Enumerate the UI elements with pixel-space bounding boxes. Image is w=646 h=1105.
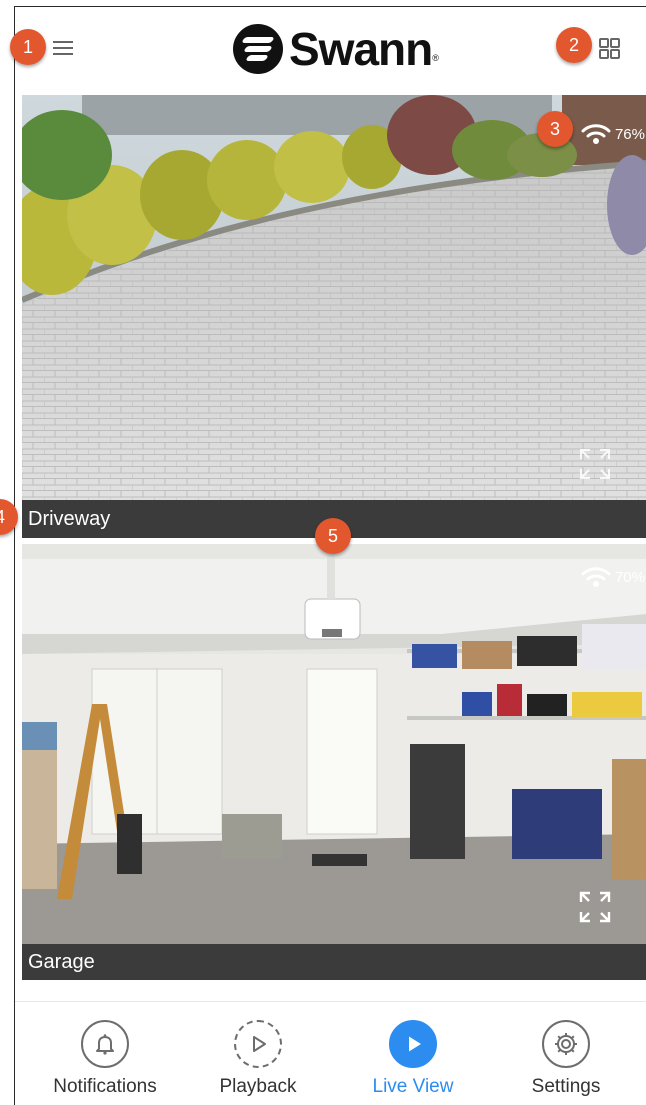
logo-text: Swann (289, 23, 433, 75)
tab-live-view[interactable]: Live View (343, 1020, 483, 1098)
app-screen: Swann ® 76% Driveway 70% Garage Notifica… (14, 6, 646, 1105)
bell-icon (81, 1020, 129, 1068)
app-header: Swann ® (15, 7, 646, 93)
tab-notifications[interactable]: Notifications (35, 1020, 175, 1098)
hamburger-menu-icon[interactable] (53, 41, 73, 57)
garage-camera-feed[interactable] (22, 544, 646, 980)
play-icon (389, 1020, 437, 1068)
logo-trademark: ® (432, 53, 439, 63)
grid-layout-icon[interactable] (599, 38, 620, 59)
camera-signal-garage: 70% (581, 566, 645, 588)
tab-playback[interactable]: Playback (188, 1020, 328, 1098)
driveway-camera-feed[interactable] (22, 95, 646, 538)
camera-name-garage: Garage (22, 944, 646, 980)
tab-notifications-label: Notifications (53, 1076, 157, 1097)
camera-tile-driveway[interactable]: 76% Driveway (22, 95, 646, 538)
tab-settings[interactable]: Settings (496, 1020, 636, 1098)
fullscreen-expand-icon[interactable] (578, 890, 612, 924)
tab-settings-label: Settings (531, 1076, 601, 1097)
camera-tile-garage[interactable]: 70% Garage (22, 544, 646, 980)
signal-strength-text: 76% (614, 125, 645, 143)
wifi-icon (581, 124, 611, 144)
fullscreen-expand-icon[interactable] (578, 447, 612, 481)
wifi-icon (581, 567, 611, 587)
signal-strength-text: 70% (614, 568, 645, 586)
playback-icon (234, 1020, 282, 1068)
callout-badge: 2 (556, 27, 592, 63)
callout-badge: 5 (315, 518, 351, 554)
bottom-tab-bar: Notifications Playback Live View Setting… (15, 1001, 646, 1105)
callout-badge: 1 (10, 29, 46, 65)
tab-playback-label: Playback (219, 1076, 297, 1097)
gear-icon (542, 1020, 590, 1068)
camera-signal-driveway: 76% (581, 123, 645, 145)
tab-live-view-label: Live View (372, 1076, 454, 1097)
swann-logo: Swann ® (233, 23, 439, 75)
callout-badge: 3 (537, 111, 573, 147)
swann-logo-mark (233, 24, 283, 74)
